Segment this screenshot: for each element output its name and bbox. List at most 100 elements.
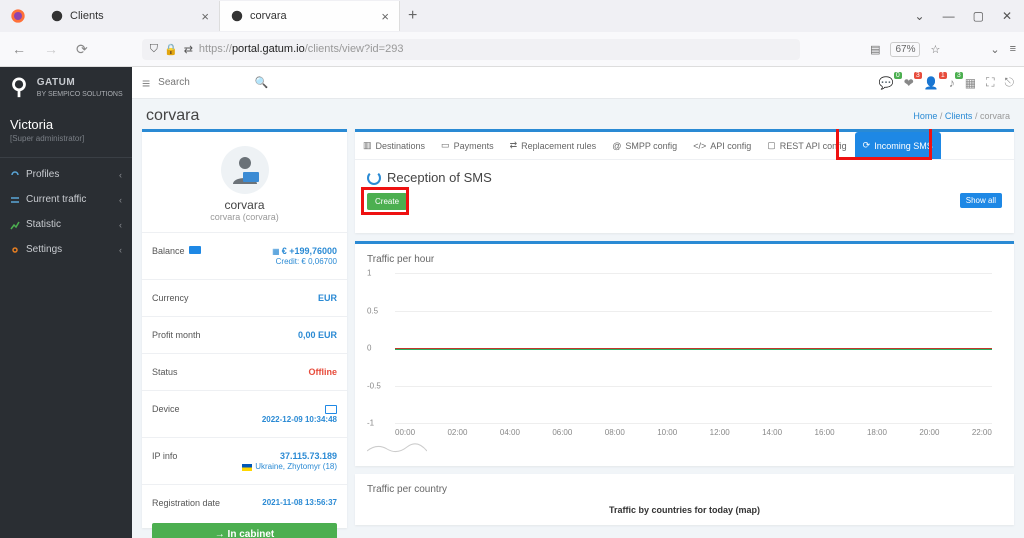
highlight-incoming-sms [836,129,932,160]
traffic-hour-panel: Traffic per hour 1 0.5 0 -0.5 -1 00:00 0… [355,241,1014,466]
breadcrumb-home[interactable]: Home [913,111,937,121]
pocket-icon[interactable]: ⌄ [990,43,999,56]
tab-smpp-config[interactable]: @SMPP config [604,132,685,159]
close-icon[interactable]: × [381,9,389,24]
address-bar[interactable]: ⛉ 🔒 ⇄ https://portal.gatum.io/clients/vi… [142,39,800,60]
badge: 0 [894,72,902,79]
forward-button[interactable]: → [40,41,62,57]
arrows-icon [10,195,20,205]
row-ip: IP info 37.115.73.189Ukraine, Zhytomyr (… [152,448,337,474]
tab-favicon [50,9,64,23]
browser-tab[interactable]: corvara × [220,1,400,31]
maximize-button[interactable]: ▢ [973,9,984,23]
chevron-left-icon: ‹ [119,245,122,255]
reader-icon[interactable]: ▤ [870,43,880,56]
main: ≡ 🔍 💬0 ❤3 👤1 ♪3 ▦ ⛶ ⎋ corvara Home / Cli… [132,67,1024,538]
sidebar-item-current-traffic[interactable]: Current traffic ‹ [0,187,132,212]
badge: 1 [939,72,947,79]
sidebar-item-statistic[interactable]: Statistic ‹ [0,212,132,237]
row-device: Device 2022-12-09 10:34:48 [152,401,337,427]
series-line-b [395,349,992,350]
fullscreen-icon[interactable]: ⛶ [986,75,994,90]
sidebar-item-profiles[interactable]: Profiles ‹ [0,162,132,187]
sidebar-item-label: Current traffic [26,194,86,205]
card-icon [189,246,201,254]
chart-title: Traffic per hour [367,254,1002,265]
menu-toggle-icon[interactable]: ≡ [142,75,150,91]
sidebar-username: Victoria [0,113,132,134]
wallet-icon: ▭ [441,140,450,151]
shield-icon: ⛉ [150,43,158,56]
address-row: ← → ⟳ ⛉ 🔒 ⇄ https://portal.gatum.io/clie… [0,32,1024,66]
y-tick: 1 [367,269,371,278]
bookmark-icon[interactable]: ☆ [930,43,940,56]
lock-icon: 🔒 [164,43,178,56]
tab-destinations[interactable]: ▥Destinations [355,132,433,159]
breadcrumb-current: corvara [980,111,1010,121]
traffic-country-panel: Traffic per country Traffic by countries… [355,474,1014,525]
browser-chrome: Clients × corvara × + ⌄ — ▢ ✕ ← → ⟳ ⛉ 🔒 … [0,0,1024,67]
row-status: Status Offline [152,364,337,380]
sidebar-item-label: Statistic [26,219,61,230]
traffic-hour-chart: 1 0.5 0 -0.5 -1 00:00 02:00 04:00 06:00 … [395,273,992,423]
reload-button[interactable]: ⟳ [72,41,92,58]
sidebar-item-label: Profiles [26,169,59,180]
tab-api-config[interactable]: </>API config [685,132,759,159]
brand: GATUM BY SEMPICO SOLUTIONS [0,67,132,113]
y-tick: -0.5 [367,381,381,390]
row-profit: Profit month 0,00 EUR [152,327,337,343]
url-path: /clients/view?id=293 [305,43,404,55]
new-tab-button[interactable]: + [400,3,425,29]
brand-line2: BY SEMPICO SOLUTIONS [37,91,123,98]
tabs-panel: ▥Destinations ▭Payments ⇄Replacement rul… [355,129,1014,233]
y-tick: 0 [367,344,371,353]
back-button[interactable]: ← [8,41,30,57]
sidebar-item-settings[interactable]: Settings ‹ [0,237,132,262]
search-box[interactable]: 🔍 [158,76,268,90]
chevron-down-icon[interactable]: ⌄ [915,9,925,23]
tab-payments[interactable]: ▭Payments [433,132,502,159]
close-icon[interactable]: × [201,9,209,24]
client-name: corvara [152,198,337,212]
search-icon[interactable]: 🔍 [254,76,268,89]
y-tick: 0.5 [367,306,378,315]
search-input[interactable] [158,77,238,88]
chat-icon[interactable]: 💬0 [879,76,894,90]
swap-icon: ⇄ [510,140,518,151]
chevron-left-icon: ‹ [119,195,122,205]
monitor-icon [325,405,337,414]
minimize-button[interactable]: — [943,9,955,23]
heart-icon[interactable]: ❤3 [904,76,914,90]
at-icon: @ [612,141,621,151]
highlight-create [361,187,409,215]
gear-icon [10,245,20,255]
link-icon [10,170,20,180]
page-title: corvara [146,107,199,125]
badge: 3 [955,72,963,79]
logout-icon[interactable]: ⎋ [1005,75,1015,90]
bars-icon: ▥ [363,140,372,151]
zoom-level[interactable]: 67% [890,42,920,57]
window-controls: ⌄ — ▢ ✕ [915,9,1024,23]
header-row: corvara Home / Clients / corvara [132,99,1024,129]
browser-tab[interactable]: Clients × [40,1,220,31]
client-panel: corvara corvara (corvara) Balance ▦€ +19… [142,129,347,528]
url-host: portal.gatum.io [232,43,305,55]
tab-strip: Clients × corvara × + ⌄ — ▢ ✕ [0,0,1024,32]
bell-icon[interactable]: ♪3 [949,76,955,90]
breadcrumb: Home / Clients / corvara [913,111,1010,121]
tab-favicon [230,9,244,23]
row-balance: Balance ▦€ +199,76000Credit: € 0,06700 [152,243,337,269]
close-button[interactable]: ✕ [1002,9,1012,23]
menu-icon[interactable]: ≡ [1010,43,1016,55]
client-sub: corvara (corvara) [152,212,337,222]
user-icon[interactable]: 👤1 [924,76,939,90]
breadcrumb-clients[interactable]: Clients [945,111,973,121]
tab-replacement-rules[interactable]: ⇄Replacement rules [502,132,605,159]
brand-line1: GATUM [37,77,75,88]
in-cabinet-button[interactable]: → In cabinet [152,523,337,538]
show-all-button[interactable]: Show all [960,193,1002,208]
spinner-icon [367,171,381,185]
x-axis-ticks: 00:00 02:00 04:00 06:00 08:00 10:00 12:0… [395,428,992,437]
flag-icon[interactable]: ▦ [965,76,976,90]
